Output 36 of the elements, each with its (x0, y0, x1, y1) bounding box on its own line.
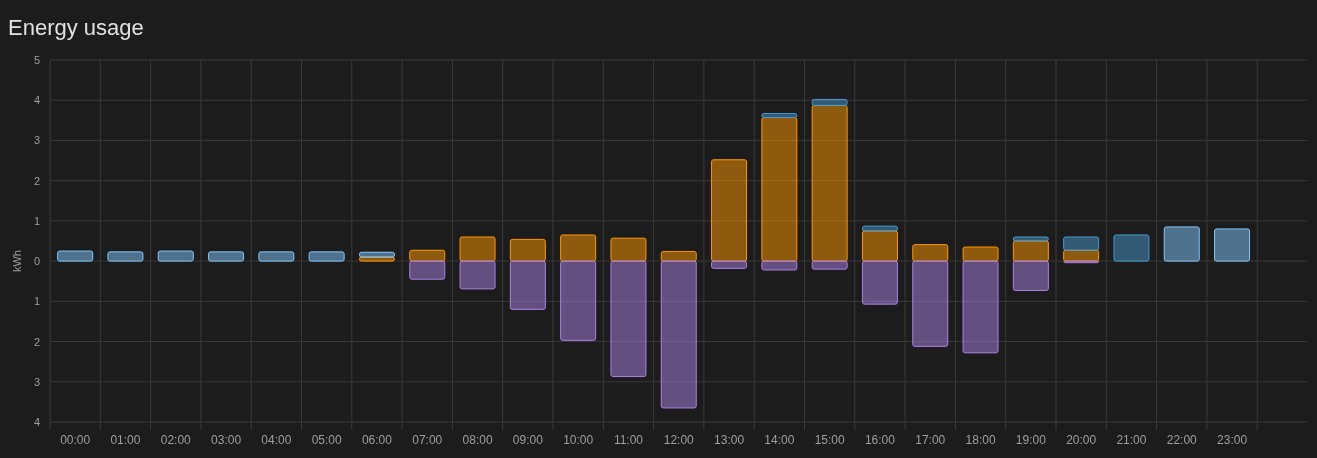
y-axis-label: 1 (33, 295, 40, 308)
x-axis-label: 01:00 (110, 433, 141, 447)
x-axis-label: 03:00 (211, 433, 242, 447)
x-axis-label: 04:00 (261, 433, 292, 447)
x-axis-label: 02:00 (160, 433, 191, 447)
x-axis-label: 18:00 (965, 433, 996, 447)
y-axis-label: 1 (33, 214, 40, 227)
y-axis-label: 3 (33, 375, 40, 388)
y-axis-label: 4 (33, 94, 40, 107)
x-axis-label: 13:00 (714, 433, 745, 447)
x-axis-label: 23:00 (1217, 433, 1248, 447)
axis-title: kWh (11, 250, 23, 273)
x-axis-label: 00:00 (60, 433, 91, 447)
x-axis-label: 06:00 (361, 433, 392, 447)
x-axis-label: 22:00 (1166, 433, 1197, 447)
x-axis-label: 19:00 (1015, 433, 1046, 447)
y-axis-label: 2 (33, 335, 40, 348)
x-axis-label: 11:00 (613, 433, 643, 447)
card-title: Energy usage (7, 14, 145, 42)
x-axis-label: 16:00 (864, 433, 895, 447)
x-axis-label: 10:00 (563, 433, 594, 447)
y-axis-label: 5 (33, 54, 40, 66)
x-axis-label: 14:00 (764, 433, 795, 447)
x-axis-label: 21:00 (1116, 433, 1147, 447)
x-axis-label: 12:00 (663, 433, 694, 447)
y-axis-label: 3 (33, 134, 40, 147)
y-axis-label: 4 (33, 416, 40, 428)
y-axis-label: 0 (33, 255, 40, 268)
x-axis-label: 08:00 (462, 433, 493, 447)
x-axis-label: 17:00 (915, 433, 946, 447)
x-axis-label: 20:00 (1066, 433, 1097, 447)
y-axis-label: 2 (33, 174, 40, 187)
x-axis-label: 07:00 (412, 433, 443, 447)
x-axis-label: 15:00 (814, 433, 845, 447)
x-axis-label: 05:00 (311, 433, 342, 447)
x-axis-label: 09:00 (512, 433, 543, 447)
